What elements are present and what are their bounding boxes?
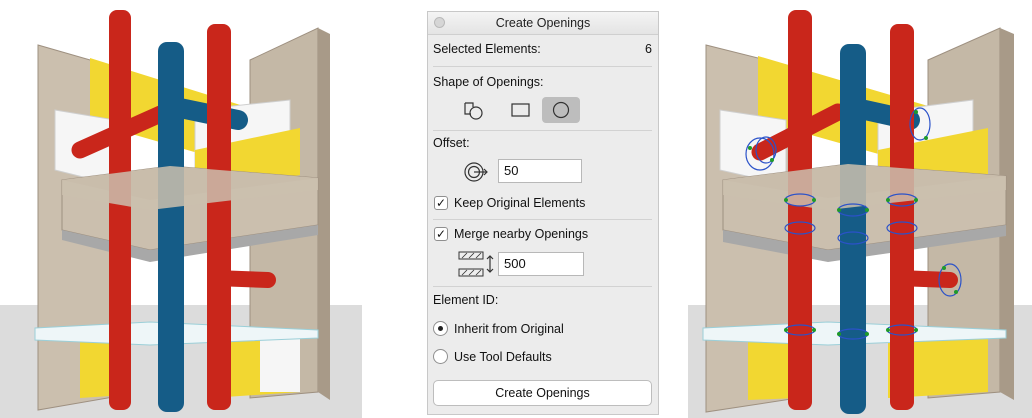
dialog-titlebar: Create Openings (428, 12, 658, 35)
selected-elements-count: 6 (645, 42, 652, 56)
model-view-before (0, 0, 362, 418)
red-pipe-2 (207, 24, 231, 410)
element-id-label: Element ID: (433, 293, 499, 307)
radio-inherit-from-original[interactable] (433, 321, 448, 336)
blue-pipe (158, 42, 184, 412)
create-openings-dialog: Create Openings Selected Elements: 6 Sha… (427, 11, 659, 415)
radio-use-tool-defaults[interactable] (433, 349, 448, 364)
merge-distance-icon (458, 251, 494, 277)
red-pipe-1 (109, 10, 131, 410)
model-view-after (688, 0, 1032, 418)
element-shape-icon (464, 102, 483, 120)
circle-icon (552, 101, 570, 119)
merge-openings-label: Merge nearby Openings (454, 227, 589, 241)
dialog-title: Create Openings (495, 16, 591, 30)
shape-element-button[interactable] (456, 97, 494, 123)
merge-distance-input[interactable]: 500 (498, 252, 584, 276)
rectangle-icon (511, 103, 530, 117)
shape-of-openings-label: Shape of Openings: (433, 75, 544, 89)
radio-inherit-label: Inherit from Original (454, 322, 564, 336)
shape-rectangle-button[interactable] (501, 97, 539, 123)
shape-circle-button[interactable] (542, 97, 580, 123)
selected-elements-label: Selected Elements: (433, 42, 541, 56)
radio-tool-defaults-label: Use Tool Defaults (454, 350, 552, 364)
merge-openings-checkbox[interactable]: ✓ (434, 227, 448, 241)
offset-icon (464, 162, 488, 182)
close-button[interactable] (434, 17, 445, 28)
keep-original-checkbox[interactable]: ✓ (434, 196, 448, 210)
create-openings-button[interactable]: Create Openings (433, 380, 652, 406)
offset-input[interactable]: 50 (498, 159, 582, 183)
offset-label: Offset: (433, 136, 470, 150)
keep-original-label: Keep Original Elements (454, 196, 586, 210)
